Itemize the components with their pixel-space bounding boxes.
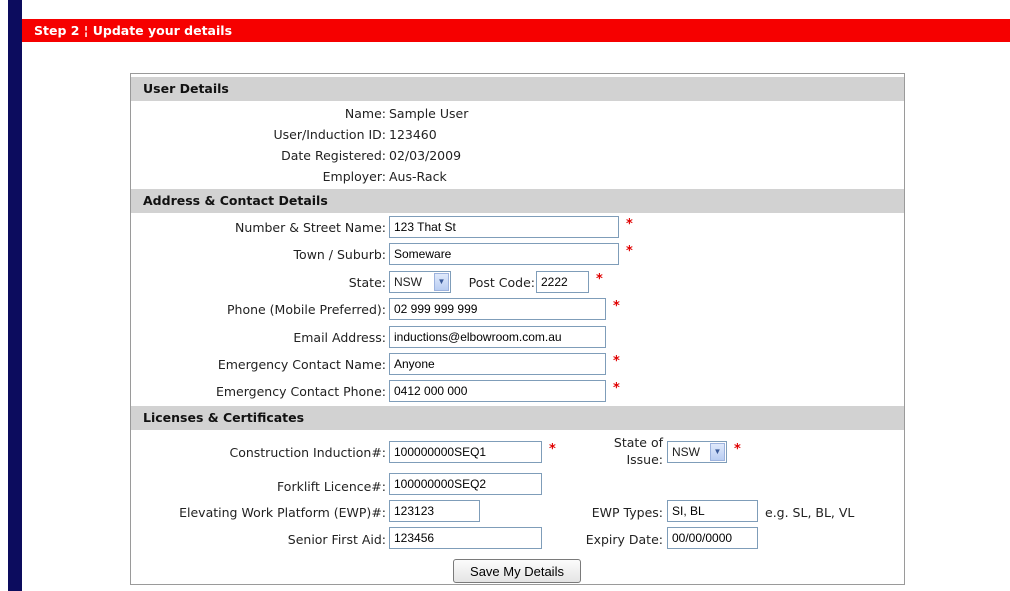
user-id-label: User/Induction ID:: [273, 127, 386, 142]
email-input[interactable]: [389, 326, 606, 348]
required-marker: *: [626, 217, 633, 232]
first-aid-input[interactable]: [389, 527, 542, 549]
email-label: Email Address:: [293, 330, 386, 345]
save-details-button[interactable]: Save My Details: [453, 559, 581, 583]
phone-label: Phone (Mobile Preferred):: [226, 302, 386, 317]
step-header: Step 2 ¦ Update your details: [22, 19, 1010, 42]
required-marker: *: [626, 244, 633, 259]
required-marker: *: [613, 354, 620, 369]
user-id-value: 123460: [389, 127, 437, 142]
name-label: Name:: [344, 106, 386, 121]
town-label: Town / Suburb:: [293, 247, 386, 262]
date-registered-label: Date Registered:: [281, 148, 386, 163]
construction-induction-label: Construction Induction#:: [229, 445, 386, 460]
employer-label: Employer:: [322, 169, 386, 184]
required-marker: *: [613, 299, 620, 314]
required-marker: *: [549, 442, 556, 457]
employer-value: Aus-Rack: [389, 169, 447, 184]
emergency-name-input[interactable]: [389, 353, 606, 375]
section-user-details: User Details: [131, 77, 904, 101]
construction-induction-input[interactable]: [389, 441, 542, 463]
ewp-types-hint: e.g. SL, BL, VL: [765, 505, 855, 520]
town-input[interactable]: [389, 243, 619, 265]
emergency-phone-label: Emergency Contact Phone:: [215, 384, 386, 399]
chevron-down-icon[interactable]: ▼: [710, 443, 725, 461]
state-of-issue-label-line2: Issue:: [626, 452, 663, 467]
chevron-down-icon[interactable]: ▼: [434, 273, 449, 291]
date-registered-value: 02/03/2009: [389, 148, 462, 163]
street-input[interactable]: [389, 216, 619, 238]
postcode-label: Post Code:: [468, 275, 535, 290]
required-marker: *: [613, 381, 620, 396]
name-value: Sample User: [389, 106, 469, 121]
ewp-types-label: EWP Types:: [591, 505, 663, 520]
emergency-phone-input[interactable]: [389, 380, 606, 402]
state-of-issue-label-line1: State of: [613, 435, 663, 450]
ewp-label: Elevating Work Platform (EWP)#:: [179, 505, 386, 520]
postcode-input[interactable]: [536, 271, 589, 293]
street-label: Number & Street Name:: [235, 220, 386, 235]
state-select[interactable]: NSW ▼: [389, 271, 451, 293]
state-of-issue-select[interactable]: NSW ▼: [667, 441, 727, 463]
ewp-types-input[interactable]: [667, 500, 758, 522]
section-address-contact: Address & Contact Details: [131, 189, 904, 213]
forklift-licence-input[interactable]: [389, 473, 542, 495]
phone-input[interactable]: [389, 298, 606, 320]
ewp-input[interactable]: [389, 500, 480, 522]
expiry-date-input[interactable]: [667, 527, 758, 549]
required-marker: *: [734, 442, 741, 457]
state-label: State:: [348, 275, 386, 290]
first-aid-label: Senior First Aid:: [287, 532, 386, 547]
state-select-value: NSW: [394, 275, 422, 289]
state-of-issue-value: NSW: [672, 445, 700, 459]
emergency-name-label: Emergency Contact Name:: [217, 357, 386, 372]
expiry-date-label: Expiry Date:: [585, 532, 663, 547]
forklift-licence-label: Forklift Licence#:: [277, 479, 386, 494]
details-form-panel: User Details Name: Sample User User/Indu…: [130, 73, 905, 585]
left-accent-bar: [8, 0, 22, 591]
required-marker: *: [596, 272, 603, 287]
section-licenses-certificates: Licenses & Certificates: [131, 406, 904, 430]
